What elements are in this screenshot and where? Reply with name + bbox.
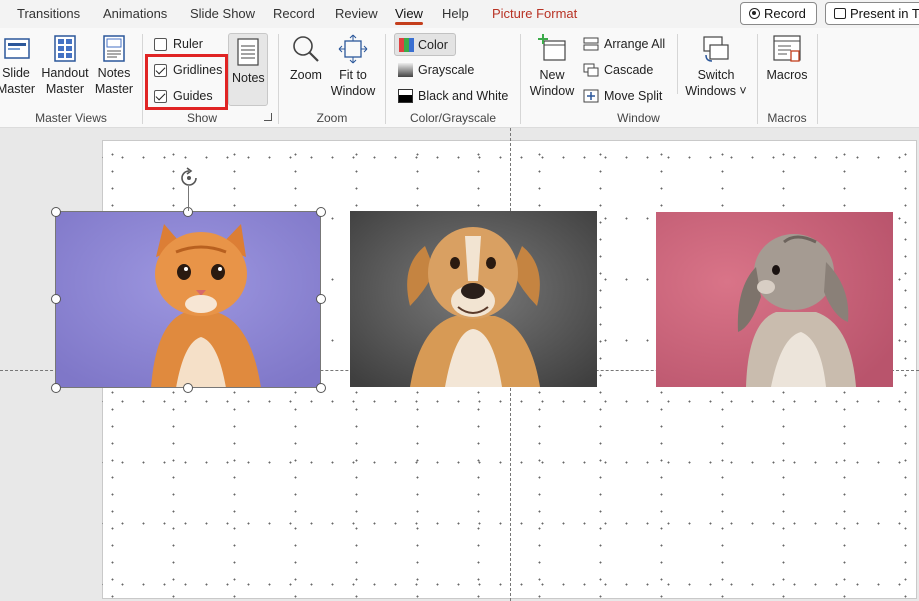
ruler-label: Ruler bbox=[173, 37, 203, 51]
color-grayscale-group-label: Color/Grayscale bbox=[409, 111, 497, 125]
slide-master-label-2: Master bbox=[0, 82, 36, 96]
grayscale-button[interactable]: Grayscale bbox=[398, 63, 474, 77]
rotate-handle-icon[interactable] bbox=[178, 167, 202, 189]
fit-to-window-label-1: Fit to bbox=[339, 68, 367, 82]
group-separator bbox=[142, 34, 143, 124]
switch-windows-button[interactable]: Switch Windows ˅ bbox=[684, 33, 748, 99]
show-dialog-launcher-icon[interactable] bbox=[264, 113, 272, 121]
move-split-label: Move Split bbox=[604, 89, 663, 103]
macros-label: Macros bbox=[766, 68, 808, 82]
window-group-label: Window bbox=[617, 111, 660, 125]
notes-master-label-2: Master bbox=[94, 82, 134, 96]
slide-master-label-1: Slide bbox=[2, 66, 30, 80]
cascade-label: Cascade bbox=[604, 63, 654, 77]
zoom-group-label: Zoom bbox=[316, 111, 348, 125]
tab-transitions[interactable]: Transitions bbox=[17, 6, 80, 21]
ribbon-tab-bar: Transitions Animations Slide Show Record… bbox=[0, 0, 919, 28]
present-icon bbox=[834, 8, 846, 19]
tab-slide-show[interactable]: Slide Show bbox=[190, 6, 255, 21]
color-button[interactable]: Color bbox=[394, 33, 456, 56]
resize-handle-right[interactable] bbox=[316, 294, 326, 304]
resize-handle-top-right[interactable] bbox=[316, 207, 326, 217]
tab-picture-format[interactable]: Picture Format bbox=[492, 6, 577, 21]
move-split-icon bbox=[583, 89, 599, 103]
switch-windows-label-1: Switch bbox=[697, 68, 735, 82]
macros-icon bbox=[773, 35, 801, 62]
cascade-button[interactable]: Cascade bbox=[583, 63, 653, 77]
arrange-all-label: Arrange All bbox=[604, 37, 666, 51]
fit-to-window-icon bbox=[338, 34, 368, 64]
group-separator bbox=[677, 34, 678, 94]
present-in-teams-button[interactable]: Present in Te bbox=[825, 2, 919, 25]
present-button-label: Present in Te bbox=[850, 6, 919, 21]
notes-master-label-1: Notes bbox=[97, 66, 131, 80]
notes-button[interactable]: Notes bbox=[228, 33, 268, 106]
tab-help[interactable]: Help bbox=[442, 6, 469, 21]
group-separator bbox=[817, 34, 818, 124]
rotation-stem bbox=[188, 186, 189, 211]
notes-label: Notes bbox=[232, 71, 265, 85]
fit-to-window-button[interactable]: Fit to Window bbox=[329, 33, 377, 99]
new-window-label-2: Window bbox=[529, 84, 575, 98]
rabbit-image bbox=[656, 212, 893, 387]
handout-master-icon bbox=[54, 35, 76, 62]
switch-windows-icon bbox=[703, 36, 729, 62]
ruler-checkbox[interactable]: Ruler bbox=[154, 37, 203, 51]
resize-handle-top-left[interactable] bbox=[51, 207, 61, 217]
notes-icon bbox=[237, 38, 259, 66]
dog-photo[interactable] bbox=[350, 211, 597, 387]
macros-button[interactable]: Macros bbox=[763, 33, 811, 83]
tab-review[interactable]: Review bbox=[335, 6, 378, 21]
handout-master-label-2: Master bbox=[45, 82, 85, 96]
grayscale-label: Grayscale bbox=[418, 63, 475, 77]
fit-to-window-label-2: Window bbox=[330, 84, 376, 98]
new-window-icon bbox=[538, 34, 566, 61]
notes-master-icon bbox=[103, 35, 125, 62]
new-window-label-1: New bbox=[539, 68, 565, 82]
tab-animations[interactable]: Animations bbox=[103, 6, 167, 21]
rabbit-photo[interactable] bbox=[656, 212, 893, 387]
resize-handle-bottom-right[interactable] bbox=[316, 383, 326, 393]
grayscale-icon bbox=[398, 63, 413, 77]
handout-master-label-1: Handout bbox=[41, 66, 89, 80]
selection-border bbox=[55, 211, 321, 388]
zoom-label: Zoom bbox=[290, 68, 322, 82]
annotation-highlight-box bbox=[145, 54, 228, 110]
notes-master-button[interactable]: Notes Master bbox=[92, 33, 136, 97]
record-button[interactable]: Record bbox=[740, 2, 817, 25]
new-window-button[interactable]: New Window bbox=[527, 33, 577, 99]
dog-image bbox=[350, 211, 597, 387]
magnifier-icon bbox=[293, 36, 319, 62]
handout-master-button[interactable]: Handout Master bbox=[40, 33, 90, 97]
resize-handle-bottom[interactable] bbox=[183, 383, 193, 393]
color-label: Color bbox=[418, 38, 448, 52]
show-group-label: Show bbox=[186, 111, 218, 125]
arrange-all-button[interactable]: Arrange All bbox=[583, 37, 665, 51]
record-button-label: Record bbox=[764, 6, 806, 21]
ruler-check-icon bbox=[154, 37, 167, 51]
zoom-button[interactable]: Zoom bbox=[285, 33, 327, 83]
resize-handle-left[interactable] bbox=[51, 294, 61, 304]
arrange-all-icon bbox=[583, 37, 599, 51]
black-white-label: Black and White bbox=[418, 89, 509, 103]
slide-master-icon bbox=[4, 38, 30, 59]
macros-group-label: Macros bbox=[767, 111, 807, 125]
record-icon bbox=[749, 8, 760, 19]
master-views-group-label: Master Views bbox=[35, 111, 107, 125]
switch-windows-label-2: Windows ˅ bbox=[685, 84, 747, 98]
cascade-icon bbox=[583, 63, 599, 77]
tab-view[interactable]: View bbox=[395, 6, 423, 25]
black-white-icon bbox=[398, 89, 413, 103]
move-split-button[interactable]: Move Split bbox=[583, 89, 662, 103]
tab-record[interactable]: Record bbox=[273, 6, 315, 21]
black-and-white-button[interactable]: Black and White bbox=[398, 89, 508, 103]
ribbon: Slide Master Handout Master Notes Master… bbox=[0, 28, 919, 128]
resize-handle-bottom-left[interactable] bbox=[51, 383, 61, 393]
group-separator bbox=[278, 34, 279, 124]
color-icon bbox=[399, 38, 414, 52]
slide-master-button[interactable]: Slide Master bbox=[0, 33, 38, 97]
